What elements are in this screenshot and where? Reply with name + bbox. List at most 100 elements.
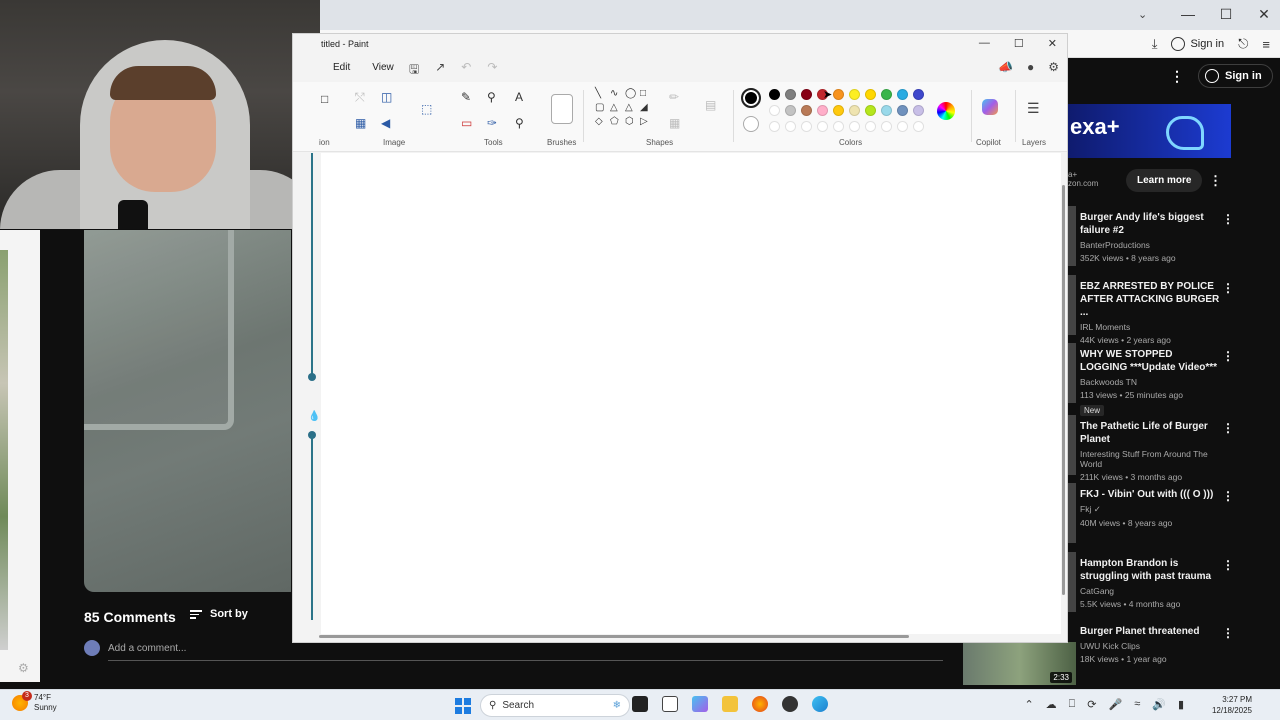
microphone-icon[interactable]: 🎤	[1108, 698, 1122, 711]
chevron-down-icon[interactable]: ⌄	[1138, 8, 1147, 21]
wifi-icon[interactable]: ≈	[1134, 698, 1140, 711]
custom-color-swatch[interactable]	[833, 121, 844, 132]
rec-more-icon[interactable]: ⋮	[1222, 489, 1234, 503]
ad-more-icon[interactable]: ⋮	[1209, 173, 1222, 189]
color-swatch[interactable]	[913, 105, 924, 116]
color-1-swatch[interactable]	[741, 88, 761, 108]
menu-view[interactable]: View	[372, 62, 394, 73]
list-item[interactable]: EBZ ARRESTED BY POLICE AFTER ATTACKING B…	[1080, 280, 1220, 345]
gear-icon[interactable]: ⚙	[18, 661, 29, 675]
color-swatch[interactable]	[801, 89, 812, 100]
custom-color-swatch[interactable]	[785, 121, 796, 132]
color-swatch[interactable]	[849, 89, 860, 100]
redo-icon[interactable]: ↷	[487, 60, 497, 81]
arrow-shape-icon[interactable]: ▷	[640, 116, 654, 127]
color-swatch[interactable]	[801, 105, 812, 116]
color-swatch[interactable]	[897, 105, 908, 116]
display-icon[interactable]: ⎕	[1069, 698, 1076, 711]
rec-thumbnail[interactable]	[1068, 275, 1076, 335]
shape-size-icon[interactable]: ▤	[705, 98, 716, 112]
save-icon[interactable]: 🖫	[409, 60, 419, 81]
magnifier-icon[interactable]: ⚲	[515, 116, 524, 130]
list-item[interactable]: The Pathetic Life of Burger Planet Inter…	[1080, 420, 1220, 482]
rec-thumbnail[interactable]	[1068, 552, 1076, 612]
transparent-icon[interactable]: ▦	[355, 116, 366, 130]
image-select-icon[interactable]: ⬚	[421, 102, 432, 116]
custom-color-swatch[interactable]	[865, 121, 876, 132]
polygon-shape-icon[interactable]: △	[610, 102, 624, 113]
rounded-rect-shape-icon[interactable]: ▢	[595, 102, 609, 113]
rec-more-icon[interactable]: ⋮	[1222, 212, 1234, 226]
size-slider-handle[interactable]	[308, 373, 316, 381]
rec-more-icon[interactable]: ⋮	[1222, 349, 1234, 363]
color-swatch[interactable]	[769, 105, 780, 116]
color-swatch[interactable]	[897, 89, 908, 100]
battery-icon[interactable]: ▮	[1178, 698, 1184, 711]
selection-icon[interactable]: □	[321, 92, 328, 106]
vertical-scrollbar[interactable]	[1062, 185, 1065, 595]
color-picker-icon[interactable]: ✑	[487, 116, 497, 130]
rec-thumbnail[interactable]	[1068, 343, 1076, 403]
resize-icon[interactable]: ◫	[381, 90, 392, 104]
sort-by-button[interactable]: Sort by	[190, 608, 248, 621]
color-swatch[interactable]	[769, 89, 780, 100]
shape-fill-icon[interactable]: ▦	[669, 116, 680, 130]
sync-icon[interactable]: ⟳	[1087, 698, 1096, 711]
youtube-signin-button[interactable]: Sign in	[1198, 64, 1273, 88]
curve-shape-icon[interactable]: ∿	[610, 88, 624, 99]
clock[interactable]: 3:27 PM 12/18/2025	[1212, 694, 1252, 716]
list-item[interactable]: Burger Andy life's biggest failure #2 Ba…	[1080, 211, 1220, 263]
brushes-button[interactable]	[551, 94, 573, 124]
notepad-icon[interactable]	[662, 696, 678, 712]
rectangle-shape-icon[interactable]: □	[640, 88, 654, 99]
hexagon-shape-icon[interactable]: ⬡	[625, 116, 639, 127]
line-shape-icon[interactable]: ╲	[595, 88, 609, 99]
menu-edit[interactable]: Edit	[333, 62, 350, 73]
color-swatch[interactable]	[881, 89, 892, 100]
pentagon-shape-icon[interactable]: ⬠	[610, 116, 624, 127]
obs-icon[interactable]	[782, 696, 798, 712]
rec-thumbnail[interactable]	[1068, 206, 1076, 266]
color-swatch[interactable]	[849, 105, 860, 116]
eraser-icon[interactable]: ▭	[461, 116, 472, 130]
close-icon[interactable]: ✕	[1048, 37, 1057, 50]
list-item[interactable]: Hampton Brandon is struggling with past …	[1080, 557, 1220, 609]
more-options-icon[interactable]: ⋮	[1170, 68, 1184, 85]
color-swatch[interactable]	[785, 105, 796, 116]
color-swatch[interactable]	[913, 89, 924, 100]
rec-more-icon[interactable]: ⋮	[1222, 626, 1234, 640]
edit-colors-icon[interactable]	[937, 102, 955, 120]
menu-icon[interactable]: ≡	[1262, 37, 1270, 52]
chevron-up-icon[interactable]: ⌃	[1024, 698, 1033, 711]
color-swatch[interactable]	[865, 89, 876, 100]
rotate-icon[interactable]: ◀	[381, 116, 390, 130]
copilot-icon[interactable]	[982, 99, 998, 115]
task-view-icon[interactable]	[632, 696, 648, 712]
settings-icon[interactable]: ⚙	[1048, 60, 1059, 74]
firefox-icon[interactable]	[752, 696, 768, 712]
file-explorer-icon[interactable]	[722, 696, 738, 712]
undo-icon[interactable]: ↶	[461, 60, 471, 81]
color-swatch[interactable]	[833, 105, 844, 116]
browser-signin-button[interactable]: Sign in	[1171, 37, 1224, 51]
download-icon[interactable]: ⤓	[1152, 36, 1158, 52]
custom-color-swatch[interactable]	[881, 121, 892, 132]
custom-color-swatch[interactable]	[897, 121, 908, 132]
maximize-icon[interactable]: ☐	[1014, 37, 1024, 50]
taskbar-search[interactable]: ⚲ Search ❄	[480, 694, 630, 717]
rec-more-icon[interactable]: ⋮	[1222, 281, 1234, 295]
rec-more-icon[interactable]: ⋮	[1222, 558, 1234, 572]
diamond-shape-icon[interactable]: ◇	[595, 116, 609, 127]
weather-widget[interactable]: 3 74°F Sunny	[12, 691, 57, 713]
custom-color-swatch[interactable]	[913, 121, 924, 132]
color-2-swatch[interactable]	[743, 116, 759, 132]
custom-color-swatch[interactable]	[817, 121, 828, 132]
windows-start-icon[interactable]	[455, 698, 471, 714]
color-swatch[interactable]	[785, 89, 796, 100]
fill-icon[interactable]: ⚲	[487, 90, 496, 104]
right-triangle-shape-icon[interactable]: ◢	[640, 102, 654, 113]
list-item[interactable]: FKJ - Vibin' Out with ((( O ))) Fkj ✓ 40…	[1080, 488, 1220, 528]
rec-thumbnail[interactable]	[1068, 483, 1076, 543]
crop-icon[interactable]: ⤲	[355, 90, 365, 105]
triangle-shape-icon[interactable]: △	[625, 102, 639, 113]
